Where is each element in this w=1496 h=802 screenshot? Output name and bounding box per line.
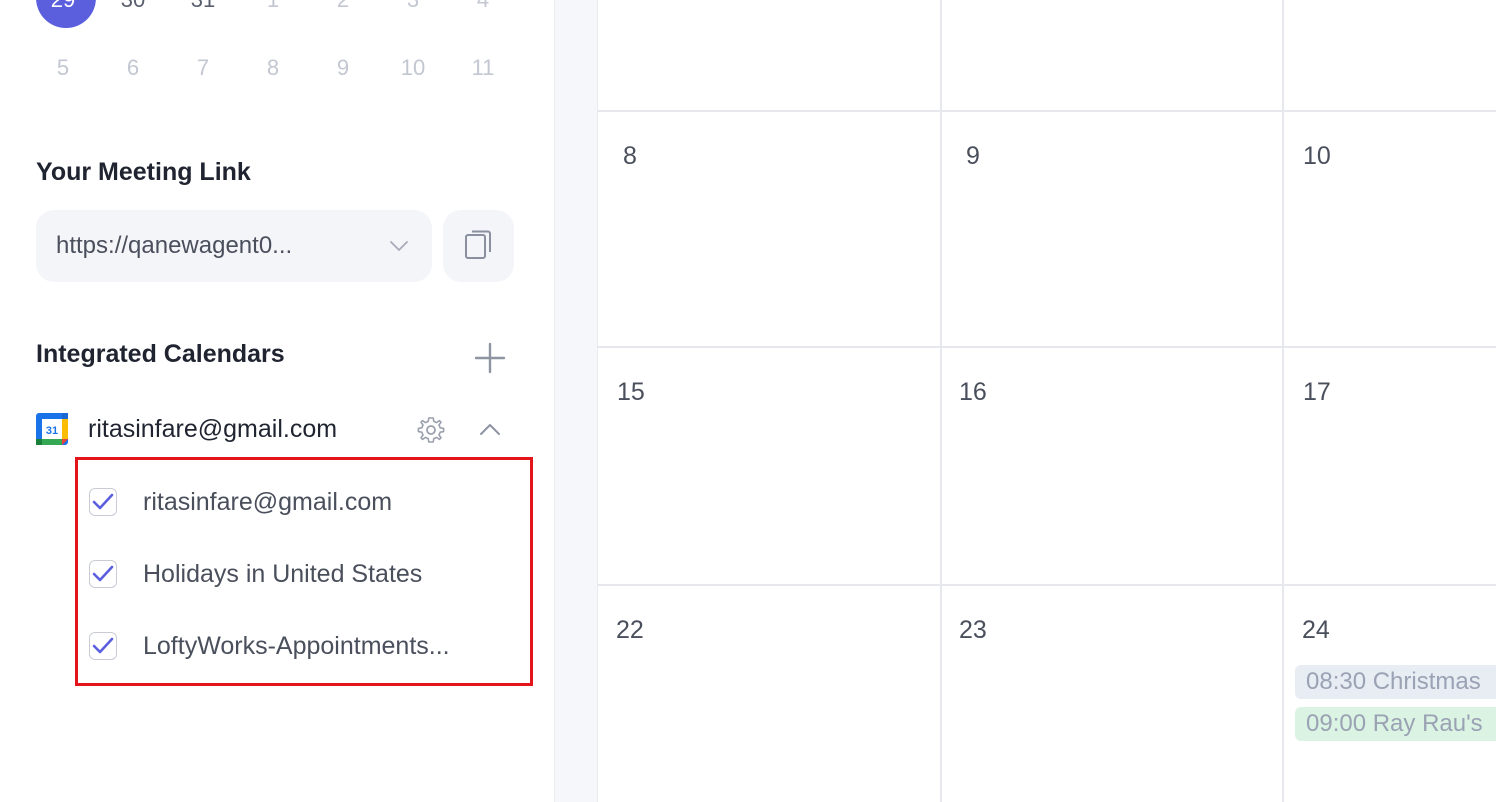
grid-row-divider [597,110,1496,112]
mini-calendar-week-row: 29 30 31 1 2 3 4 [31,0,521,28]
calendar-list: ritasinfare@gmail.com Holidays in United… [75,457,533,686]
mini-calendar-day[interactable]: 5 [31,48,95,88]
calendar-list-item[interactable]: Holidays in United States [89,556,519,596]
day-number: 15 [617,378,645,406]
copy-link-button[interactable] [443,210,514,282]
calendar-event[interactable]: 09:00 Ray Rau's [1295,707,1496,741]
plus-icon[interactable] [474,342,506,374]
calendar-list-item[interactable]: LoftyWorks-Appointments... [89,628,519,668]
checkbox-checked-icon [92,637,114,654]
calendar-gutter [555,0,598,802]
mini-calendar-day[interactable]: 30 [101,0,165,20]
chevron-up-icon[interactable] [478,418,502,442]
checkbox-checked-icon [92,493,114,510]
mini-calendar-day[interactable]: 9 [311,48,375,88]
account-email: ritasinfare@gmail.com [88,415,338,443]
mini-calendar-day[interactable]: 6 [101,48,165,88]
mini-calendar-day[interactable]: 1 [241,0,305,20]
mini-calendar-week-row: 5 6 7 8 9 10 11 [31,48,521,88]
mini-calendar-day[interactable]: 10 [381,48,445,88]
meeting-link-title: Your Meeting Link [36,158,251,186]
mini-calendar-day[interactable]: 2 [311,0,375,20]
mini-calendar-day[interactable]: 29 [31,0,95,20]
calendar-event[interactable]: 08:30 Christmas [1295,665,1496,699]
day-number: 9 [966,142,980,170]
mini-calendar-day[interactable]: 3 [381,0,445,20]
chevron-down-icon [390,241,408,251]
grid-col-divider [940,0,942,802]
google-calendar-icon: 31 [36,413,68,445]
mini-calendar-day[interactable]: 4 [451,0,515,20]
svg-text:31: 31 [46,425,58,437]
grid-col-divider [1282,0,1284,802]
integrated-calendars-title: Integrated Calendars [36,340,285,368]
calendar-list-label: LoftyWorks-Appointments... [143,632,450,660]
gear-icon[interactable] [416,415,446,445]
mini-calendar-day[interactable]: 7 [171,48,235,88]
calendar-list-label: Holidays in United States [143,560,423,588]
mini-calendar-day[interactable]: 31 [171,0,235,20]
meeting-link-select[interactable]: https://qanewagent0... [36,210,432,282]
mini-calendar-day[interactable]: 11 [451,48,515,88]
checkbox[interactable] [89,632,117,660]
copy-icon [465,230,491,259]
day-number: 17 [1303,378,1331,406]
sidebar: 29 30 31 1 2 3 4 5 6 7 8 9 10 11 Your Me… [0,0,555,802]
day-number: 22 [616,616,644,644]
checkbox[interactable] [89,488,117,516]
grid-row-divider [597,346,1496,348]
day-number: 24 [1302,616,1330,644]
day-number: 23 [959,616,987,644]
month-grid: 8 9 10 15 16 17 22 23 24 08:30 Christmas… [597,0,1496,802]
meeting-link-value: https://qanewagent0... [56,232,293,259]
day-number: 16 [959,378,987,406]
checkbox-checked-icon [92,565,114,582]
calendar-list-item[interactable]: ritasinfare@gmail.com [89,484,519,524]
calendar-list-label: ritasinfare@gmail.com [143,488,393,516]
day-number: 8 [623,142,637,170]
checkbox[interactable] [89,560,117,588]
grid-row-divider [597,584,1496,586]
day-number: 10 [1303,142,1331,170]
calendar-account-row[interactable]: 31 ritasinfare@gmail.com [36,406,516,452]
mini-calendar-day[interactable]: 8 [241,48,305,88]
